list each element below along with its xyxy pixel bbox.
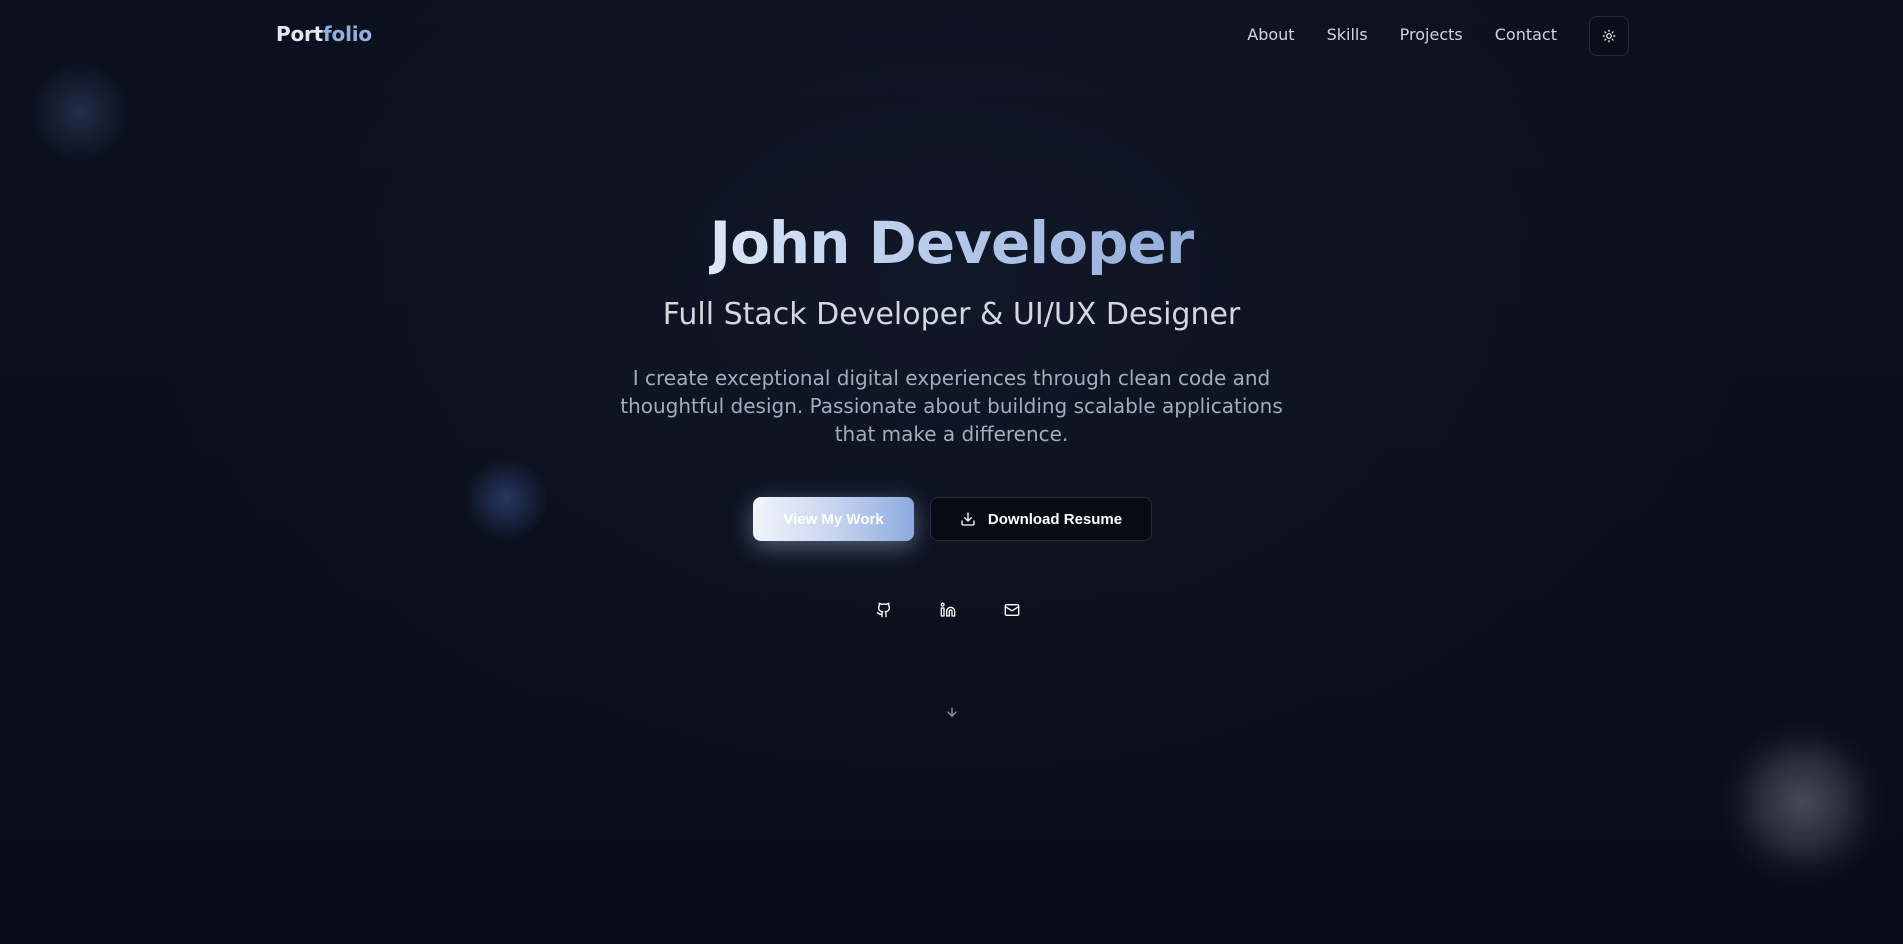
hero-name-text: John Developer bbox=[709, 209, 1194, 277]
decorative-glow-blob bbox=[1720, 720, 1885, 885]
email-link[interactable] bbox=[996, 590, 1028, 630]
linkedin-icon bbox=[940, 602, 956, 618]
hero-name: John Developer bbox=[0, 205, 1903, 281]
logo-text-accent: folio bbox=[323, 22, 372, 46]
download-icon bbox=[960, 511, 976, 527]
page-background bbox=[0, 0, 1903, 944]
arrow-down-icon bbox=[945, 705, 959, 719]
hero-description: I create exceptional digital experiences… bbox=[620, 366, 1283, 446]
nav-link-contact[interactable]: Contact bbox=[1495, 25, 1557, 44]
scroll-down-indicator[interactable] bbox=[943, 703, 961, 721]
view-my-work-button[interactable]: View My Work bbox=[753, 497, 914, 541]
logo-text-prefix: Port bbox=[276, 22, 324, 46]
theme-toggle-button[interactable] bbox=[1589, 16, 1629, 56]
linkedin-link[interactable] bbox=[932, 590, 964, 630]
social-links bbox=[868, 590, 1028, 630]
download-resume-button[interactable]: Download Resume bbox=[930, 497, 1152, 541]
download-resume-label: Download Resume bbox=[987, 510, 1123, 528]
sun-icon bbox=[1602, 29, 1616, 43]
decorative-glow-blob bbox=[465, 458, 547, 540]
mail-icon bbox=[1004, 602, 1020, 618]
nav-links: About Skills Projects Contact bbox=[1247, 25, 1557, 44]
hero-actions: View My Work Download Resume bbox=[753, 497, 1152, 541]
site-logo[interactable]: Portfolio bbox=[276, 22, 372, 46]
github-link[interactable] bbox=[868, 590, 900, 630]
nav-link-skills[interactable]: Skills bbox=[1327, 25, 1368, 44]
decorative-glow-blob bbox=[30, 62, 130, 162]
hero-subtitle: Full Stack Developer & UI/UX Designer bbox=[662, 297, 1241, 332]
github-icon bbox=[876, 602, 892, 618]
nav-link-projects[interactable]: Projects bbox=[1400, 25, 1463, 44]
nav-link-about[interactable]: About bbox=[1247, 25, 1294, 44]
top-navigation: Portfolio About Skills Projects Contact bbox=[0, 0, 1903, 72]
